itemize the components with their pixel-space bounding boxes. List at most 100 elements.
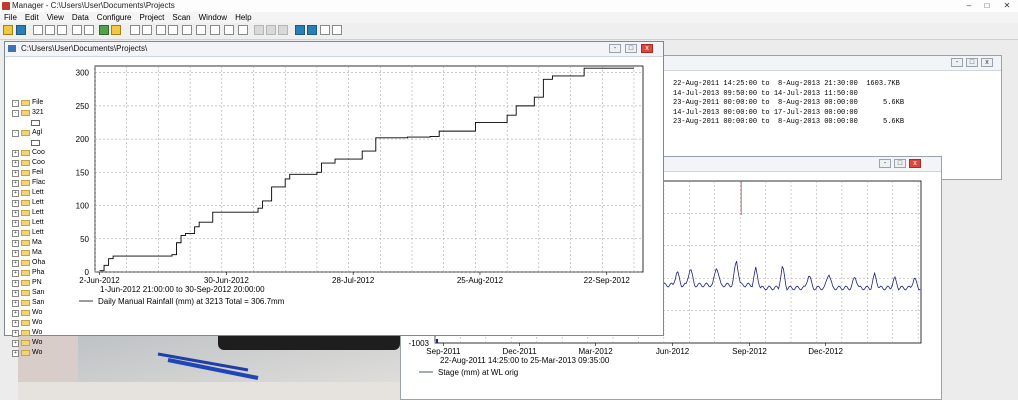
tree-item[interactable]: + Feil bbox=[11, 168, 51, 178]
close-button[interactable]: ✕ bbox=[996, 1, 1018, 10]
window-icon[interactable] bbox=[196, 25, 206, 35]
tree-item-label: Agl bbox=[32, 129, 43, 136]
tree-item[interactable]: + Wo bbox=[11, 348, 51, 358]
expand-toggle-icon[interactable]: + bbox=[12, 260, 19, 267]
expand-toggle-icon[interactable]: + bbox=[12, 220, 19, 227]
tree-item[interactable] bbox=[11, 138, 51, 148]
help-icon[interactable] bbox=[320, 25, 330, 35]
tree-item[interactable] bbox=[11, 118, 51, 128]
tree-item[interactable]: + Flac bbox=[11, 178, 51, 188]
expand-toggle-icon[interactable]: + bbox=[12, 170, 19, 177]
chart-icon[interactable] bbox=[278, 25, 288, 35]
tree-item[interactable]: + Coo bbox=[11, 158, 51, 168]
tree-item[interactable]: + Wo bbox=[11, 338, 51, 348]
expand-toggle-icon[interactable]: + bbox=[12, 190, 19, 197]
rain-close-button[interactable]: x bbox=[641, 44, 653, 53]
expand-toggle-icon[interactable]: + bbox=[12, 340, 19, 347]
expand-toggle-icon[interactable]: + bbox=[12, 150, 19, 157]
open-icon[interactable] bbox=[3, 25, 13, 35]
tree-item[interactable]: + Ma bbox=[11, 248, 51, 258]
tree-item[interactable]: + Pha bbox=[11, 268, 51, 278]
stage-minimize-button[interactable]: - bbox=[879, 159, 891, 168]
menu-scan[interactable]: Scan bbox=[168, 12, 194, 23]
folder-icon bbox=[21, 170, 30, 176]
tree-item[interactable]: + Lett bbox=[11, 228, 51, 238]
whatsthis-icon[interactable] bbox=[332, 25, 342, 35]
doc-icon[interactable] bbox=[45, 25, 55, 35]
chart-icon[interactable] bbox=[266, 25, 276, 35]
menu-window[interactable]: Window bbox=[195, 12, 231, 23]
stage-close-button[interactable]: x bbox=[909, 159, 921, 168]
expand-toggle-icon[interactable]: + bbox=[12, 290, 19, 297]
tree-item-label: Pha bbox=[32, 269, 45, 276]
expand-toggle-icon[interactable]: - bbox=[12, 130, 19, 137]
print-icon[interactable] bbox=[33, 25, 43, 35]
tree-item[interactable]: + Ma bbox=[11, 238, 51, 248]
hr-icon[interactable] bbox=[307, 25, 317, 35]
window-icon[interactable] bbox=[182, 25, 192, 35]
menu-data[interactable]: Data bbox=[68, 12, 93, 23]
rain-minimize-button[interactable]: - bbox=[609, 44, 621, 53]
tree-item[interactable]: + Coo bbox=[11, 148, 51, 158]
expand-toggle-icon[interactable]: + bbox=[12, 320, 19, 327]
tree-item[interactable]: + Oha bbox=[11, 258, 51, 268]
tree-item[interactable]: + Lett bbox=[11, 198, 51, 208]
window-icon[interactable] bbox=[156, 25, 166, 35]
window-icon[interactable] bbox=[238, 25, 248, 35]
tree-item[interactable]: - Agl bbox=[11, 128, 51, 138]
stage-restore-button[interactable]: □ bbox=[894, 159, 906, 168]
expand-toggle-icon[interactable]: + bbox=[12, 280, 19, 287]
expand-toggle-icon[interactable]: + bbox=[12, 180, 19, 187]
window-icon[interactable] bbox=[142, 25, 152, 35]
menu-help[interactable]: Help bbox=[231, 12, 255, 23]
menu-configure[interactable]: Configure bbox=[93, 12, 136, 23]
tree-item-label: San bbox=[32, 299, 45, 306]
rain-restore-button[interactable]: □ bbox=[625, 44, 637, 53]
window-icon[interactable] bbox=[130, 25, 140, 35]
clock-icon[interactable] bbox=[111, 25, 121, 35]
tree-item[interactable]: + Wo bbox=[11, 308, 51, 318]
tree-item[interactable]: - 321 bbox=[11, 108, 51, 118]
export-icon[interactable] bbox=[295, 25, 305, 35]
doc-icon[interactable] bbox=[57, 25, 67, 35]
expand-toggle-icon[interactable]: + bbox=[12, 310, 19, 317]
info-close-button[interactable]: x bbox=[981, 58, 993, 67]
menu-project[interactable]: Project bbox=[135, 12, 168, 23]
expand-toggle-icon[interactable]: + bbox=[12, 160, 19, 167]
menu-file[interactable]: File bbox=[0, 12, 21, 23]
zoom-icon[interactable] bbox=[72, 25, 82, 35]
tree-item[interactable]: + Lett bbox=[11, 208, 51, 218]
window-icon[interactable] bbox=[168, 25, 178, 35]
expand-toggle-icon[interactable]: + bbox=[12, 230, 19, 237]
expand-toggle-icon[interactable]: + bbox=[12, 200, 19, 207]
expand-toggle-icon[interactable]: + bbox=[12, 330, 19, 337]
menu-edit[interactable]: Edit bbox=[21, 12, 43, 23]
expand-toggle-icon[interactable]: + bbox=[12, 350, 19, 357]
save-icon[interactable] bbox=[16, 25, 26, 35]
window-icon[interactable] bbox=[224, 25, 234, 35]
tree-item[interactable]: - File bbox=[11, 98, 51, 108]
menu-view[interactable]: View bbox=[43, 12, 68, 23]
tree-item[interactable]: + Wo bbox=[11, 318, 51, 328]
tree-item[interactable]: + Lett bbox=[11, 218, 51, 228]
expand-toggle-icon[interactable]: + bbox=[12, 250, 19, 257]
info-minimize-button[interactable]: - bbox=[951, 58, 963, 67]
folder-icon bbox=[21, 130, 30, 136]
expand-toggle-icon[interactable]: - bbox=[12, 100, 19, 107]
tree-item[interactable]: + PN bbox=[11, 278, 51, 288]
chart-icon[interactable] bbox=[254, 25, 264, 35]
tree-item[interactable]: + San bbox=[11, 288, 51, 298]
tree-item[interactable]: + Wo bbox=[11, 328, 51, 338]
expand-toggle-icon[interactable]: - bbox=[12, 110, 19, 117]
tree-item[interactable]: + San bbox=[11, 298, 51, 308]
expand-toggle-icon[interactable]: + bbox=[12, 270, 19, 277]
zoom-icon[interactable] bbox=[84, 25, 94, 35]
expand-toggle-icon[interactable]: + bbox=[12, 300, 19, 307]
info-restore-button[interactable]: □ bbox=[966, 58, 978, 67]
expand-toggle-icon[interactable]: + bbox=[12, 240, 19, 247]
maximize-button[interactable]: □ bbox=[976, 1, 998, 10]
expand-toggle-icon[interactable]: + bbox=[12, 210, 19, 217]
window-icon[interactable] bbox=[210, 25, 220, 35]
tree-item[interactable]: + Lett bbox=[11, 188, 51, 198]
check-icon[interactable] bbox=[99, 25, 109, 35]
